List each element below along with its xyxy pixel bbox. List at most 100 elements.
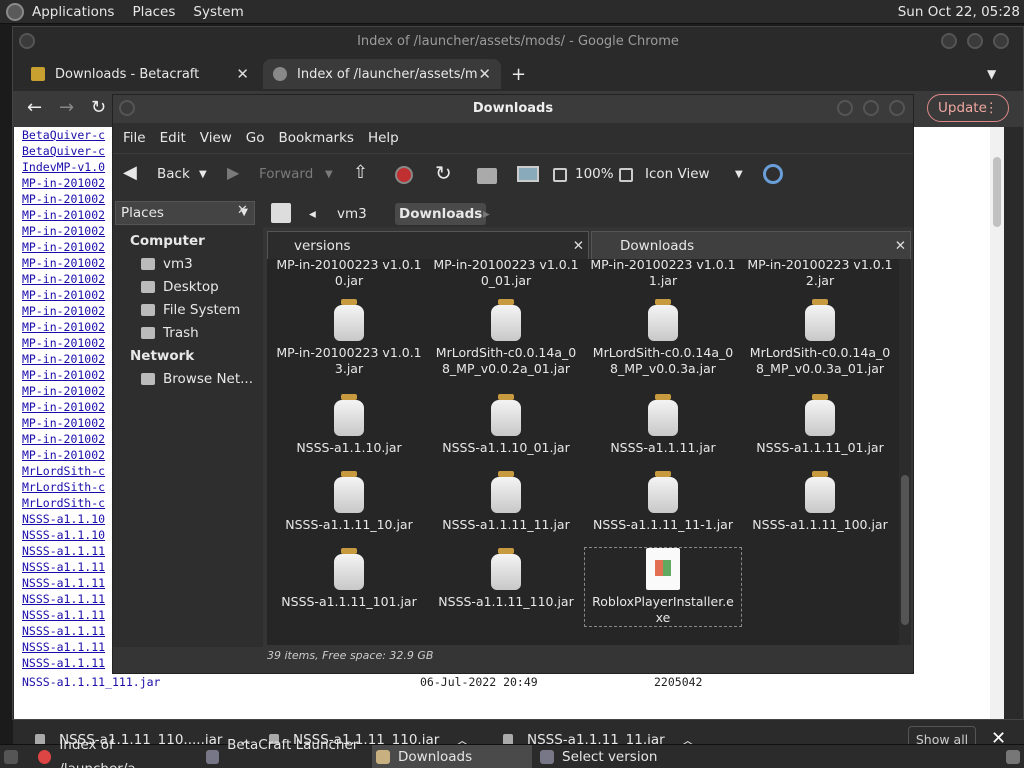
file-link[interactable]: NSSS-a1.1.11 bbox=[22, 607, 116, 623]
zoom-out-icon[interactable] bbox=[553, 168, 567, 182]
taskbar-item-downloads[interactable]: Downloads bbox=[372, 745, 532, 768]
places-menu[interactable]: Places bbox=[132, 4, 175, 20]
reload-icon[interactable]: ↻ bbox=[91, 97, 106, 118]
page-scrollbar[interactable] bbox=[990, 127, 1004, 719]
show-desktop-icon[interactable] bbox=[4, 745, 28, 768]
close-tab-icon[interactable]: ✕ bbox=[478, 65, 491, 83]
file-link[interactable]: NSSS-a1.1.11 bbox=[22, 591, 116, 607]
close-tab-icon[interactable]: ✕ bbox=[236, 65, 249, 83]
menu-file[interactable]: File bbox=[123, 130, 146, 146]
clock[interactable]: Sun Oct 22, 05:28 bbox=[898, 4, 1020, 20]
file-grid-scrollbar[interactable] bbox=[899, 259, 911, 645]
file-link[interactable]: BetaQuiver-c bbox=[22, 143, 116, 159]
minimize-button[interactable] bbox=[941, 33, 957, 49]
file-item[interactable]: MP-in-20100223 v1.0.10_01.jar bbox=[428, 259, 584, 289]
file-link[interactable]: NSSS-a1.1.11 bbox=[22, 559, 116, 575]
forward-history-dropdown[interactable]: ▼ bbox=[325, 169, 333, 180]
stop-icon[interactable] bbox=[395, 166, 413, 184]
menu-edit[interactable]: Edit bbox=[160, 130, 186, 146]
forward-arrow-icon[interactable]: ▶ bbox=[227, 163, 239, 182]
file-link[interactable]: MP-in-201002 bbox=[22, 255, 116, 271]
file-link[interactable]: NSSS-a1.1.11 bbox=[22, 543, 116, 559]
file-link[interactable]: MP-in-201002 bbox=[22, 447, 116, 463]
taskbar-item-chrome[interactable]: Index of /launcher/a... bbox=[38, 737, 200, 768]
file-item[interactable]: MrLordSith-c0.0.14a_08_MP_v0.0.2a_01.jar bbox=[428, 299, 584, 377]
file-item[interactable]: MrLordSith-c0.0.14a_08_MP_v0.0.3a.jar bbox=[585, 299, 741, 377]
file-link[interactable]: NSSS-a1.1.11 bbox=[22, 655, 116, 671]
close-tab-icon[interactable]: ✕ bbox=[895, 232, 906, 260]
file-link[interactable]: NSSS-a1.1.11 bbox=[22, 623, 116, 639]
file-link[interactable]: NSSS-a1.1.10 bbox=[22, 511, 116, 527]
places-selector[interactable]: Places ▼ bbox=[115, 201, 255, 225]
breadcrumb-right-arrow[interactable]: ▸ bbox=[479, 203, 494, 225]
applications-menu[interactable]: Applications bbox=[32, 4, 114, 20]
system-menu[interactable]: System bbox=[193, 4, 243, 20]
menu-view[interactable]: View bbox=[200, 130, 232, 146]
file-link[interactable]: MP-in-201002 bbox=[22, 319, 116, 335]
back-arrow-icon[interactable]: ← bbox=[27, 97, 42, 118]
back-history-dropdown[interactable]: ▼ bbox=[199, 169, 207, 180]
close-window-button[interactable] bbox=[889, 100, 905, 116]
back-arrow-icon[interactable]: ◀ bbox=[123, 162, 137, 183]
file-link[interactable]: MrLordSith-c bbox=[22, 495, 116, 511]
sidebar-item-desktop[interactable]: Desktop bbox=[141, 279, 219, 295]
maximize-button[interactable] bbox=[967, 33, 983, 49]
tab-search-icon[interactable]: ▼ bbox=[987, 59, 996, 89]
file-link[interactable]: MrLordSith-c bbox=[22, 463, 116, 479]
menu-go[interactable]: Go bbox=[246, 130, 265, 146]
sidebar-item-filesystem[interactable]: File System bbox=[141, 302, 240, 318]
file-item[interactable]: NSSS-a1.1.10.jar bbox=[271, 394, 427, 456]
zoom-in-icon[interactable] bbox=[619, 168, 633, 182]
breadcrumb-left-arrow[interactable]: ◂ bbox=[305, 203, 320, 225]
file-link[interactable]: MP-in-201002 bbox=[22, 207, 116, 223]
file-link[interactable]: MP-in-201002 bbox=[22, 287, 116, 303]
file-link[interactable]: MP-in-201002 bbox=[22, 271, 116, 287]
sidebar-item-browse-network[interactable]: Browse Net... bbox=[141, 371, 253, 387]
computer-icon[interactable] bbox=[517, 166, 539, 182]
file-item[interactable]: NSSS-a1.1.10_01.jar bbox=[428, 394, 584, 456]
file-item[interactable]: MP-in-20100223 v1.0.11.jar bbox=[585, 259, 741, 289]
file-link[interactable]: MP-in-201002 bbox=[22, 399, 116, 415]
file-link[interactable]: NSSS-a1.1.11_111.jar bbox=[22, 675, 160, 689]
back-button[interactable]: Back bbox=[157, 166, 190, 182]
view-mode-dropdown-icon[interactable]: ▼ bbox=[735, 169, 743, 180]
taskbar-item-select-version[interactable]: Select version bbox=[540, 745, 700, 768]
tab-downloads[interactable]: Downloads ✕ bbox=[591, 231, 911, 259]
close-window-button[interactable] bbox=[993, 33, 1009, 49]
tab-betacraft-downloads[interactable]: Downloads - Betacraft ✕ bbox=[21, 59, 259, 89]
reload-icon[interactable]: ↻ bbox=[435, 161, 452, 185]
forward-button[interactable]: Forward bbox=[259, 166, 313, 182]
minimize-button[interactable] bbox=[837, 100, 853, 116]
close-sidebar-icon[interactable]: ✕ bbox=[237, 203, 248, 218]
edit-location-icon[interactable] bbox=[271, 203, 291, 223]
file-link[interactable]: MP-in-201002 bbox=[22, 223, 116, 239]
file-item[interactable]: NSSS-a1.1.11_10.jar bbox=[271, 471, 427, 533]
file-link[interactable]: MrLordSith-c bbox=[22, 479, 116, 495]
file-link[interactable]: MP-in-201002 bbox=[22, 383, 116, 399]
file-link[interactable]: MP-in-201002 bbox=[22, 175, 116, 191]
file-item[interactable]: NSSS-a1.1.11_100.jar bbox=[742, 471, 898, 533]
maximize-button[interactable] bbox=[863, 100, 879, 116]
file-item[interactable]: NSSS-a1.1.11_101.jar bbox=[271, 548, 427, 610]
sidebar-item-vm3[interactable]: vm3 bbox=[141, 256, 193, 272]
tab-index-mods[interactable]: Index of /launcher/assets/mod ✕ bbox=[263, 59, 501, 89]
file-link[interactable]: MP-in-201002 bbox=[22, 239, 116, 255]
menu-bookmarks[interactable]: Bookmarks bbox=[279, 130, 354, 146]
file-item[interactable]: MP-in-20100223 v1.0.12.jar bbox=[742, 259, 898, 289]
tab-versions[interactable]: versions ✕ bbox=[267, 231, 589, 259]
view-mode-select[interactable]: Icon View bbox=[645, 166, 710, 182]
file-item[interactable]: NSSS-a1.1.11_11-1.jar bbox=[585, 471, 741, 533]
breadcrumb-downloads[interactable]: Downloads bbox=[395, 203, 487, 225]
workspace-switcher[interactable] bbox=[1006, 745, 1020, 768]
file-link[interactable]: MP-in-201002 bbox=[22, 415, 116, 431]
file-link[interactable]: MP-in-201002 bbox=[22, 303, 116, 319]
file-item[interactable]: MP-in-20100223 v1.0.10.jar bbox=[271, 259, 427, 289]
system-logo-icon[interactable] bbox=[6, 2, 24, 21]
file-item[interactable]: NSSS-a1.1.11.jar bbox=[585, 394, 741, 456]
forward-arrow-icon[interactable]: → bbox=[59, 97, 74, 118]
file-item[interactable]: RobloxPlayerInstaller.exe bbox=[584, 547, 742, 627]
file-link[interactable]: NSSS-a1.1.11 bbox=[22, 639, 116, 655]
sidebar-item-trash[interactable]: Trash bbox=[141, 325, 199, 341]
file-link[interactable]: MP-in-201002 bbox=[22, 351, 116, 367]
file-link[interactable]: MP-in-201002 bbox=[22, 335, 116, 351]
